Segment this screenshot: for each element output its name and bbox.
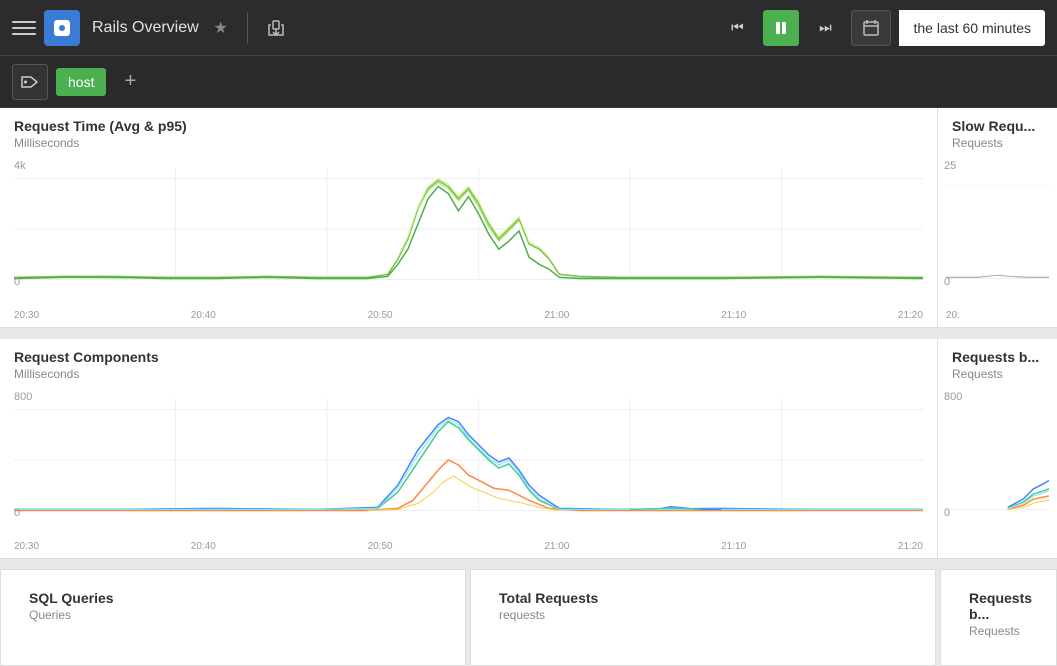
favorite-button[interactable]: ★ [207,14,235,42]
divider [247,12,248,44]
x-label-6: 21:20 [898,310,923,321]
total-requests-subtitle: requests [485,608,921,628]
y-min-label-1: 0 [14,276,20,288]
sql-queries-panel: SQL Queries Queries [0,569,466,666]
chart-row-2: Request Components Milliseconds 800 0 [0,339,1057,559]
rc-y-max: 800 [14,391,32,403]
rc-x-label-5: 21:10 [721,541,746,552]
requests-by-subtitle: Requests [938,367,1057,387]
x-label-3: 20:50 [368,310,393,321]
rc-x-label-6: 21:20 [898,541,923,552]
rc-x-label-2: 20:40 [191,541,216,552]
slow-requests-panel: Slow Requ... Requests 25 0 20: [938,108,1057,327]
requests-by-bottom-title: Requests b... [955,580,1042,624]
chart-row-1: Request Time (Avg & p95) Milliseconds 4k… [0,108,1057,328]
requests-by-chart [946,387,1049,539]
host-filter-tag[interactable]: host [56,68,106,96]
x-label-5: 21:10 [721,310,746,321]
main-content: Request Time (Avg & p95) Milliseconds 4k… [0,108,1057,666]
x-label-1: 20:30 [14,310,39,321]
skip-forward-button[interactable]: ⏭ [807,10,843,46]
skip-back-button[interactable]: ⏮ [719,10,755,46]
request-components-title: Request Components [0,339,937,367]
sql-queries-title: SQL Queries [15,580,451,608]
filter-bar: host + [0,56,1057,108]
x-label-4: 21:00 [544,310,569,321]
share-button[interactable] [260,12,292,44]
request-time-subtitle: Milliseconds [0,136,937,156]
requests-by-title: Requests b... [938,339,1057,367]
slow-requests-subtitle: Requests [938,136,1057,156]
rc-x-label-4: 21:00 [544,541,569,552]
app-logo [44,10,80,46]
slow-y-min: 0 [944,276,950,288]
request-time-panel: Request Time (Avg & p95) Milliseconds 4k… [0,108,938,327]
pause-button[interactable] [763,10,799,46]
slow-requests-chart [946,156,1049,308]
request-time-chart [14,158,923,310]
requests-by-bottom-subtitle: Requests [955,624,1042,644]
rc-y-min: 0 [14,507,20,519]
slow-y-max: 25 [944,160,956,172]
requests-by-bottom-panel: Requests b... Requests [940,569,1057,666]
x-label-2: 20:40 [191,310,216,321]
rb-y-max: 800 [944,391,962,403]
request-components-chart [14,389,923,541]
hamburger-menu[interactable] [12,16,36,40]
bottom-row: SQL Queries Queries Total Requests reque… [0,569,1057,666]
calendar-button[interactable] [851,10,891,46]
requests-by-panel: Requests b... Requests 800 0 [938,339,1057,558]
rb-y-min: 0 [944,507,950,519]
time-range-display[interactable]: the last 60 minutes [899,10,1045,46]
header: Rails Overview ★ ⏮ ⏭ the last 60 minutes [0,0,1057,56]
tag-filter-button[interactable] [12,64,48,100]
total-requests-panel: Total Requests requests [470,569,936,666]
sql-queries-subtitle: Queries [15,608,451,628]
rc-x-label-3: 20:50 [368,541,393,552]
slow-x-label: 20: [938,308,1057,323]
app-title: Rails Overview [92,19,199,37]
slow-requests-title: Slow Requ... [938,108,1057,136]
total-requests-title: Total Requests [485,580,921,608]
request-time-title: Request Time (Avg & p95) [0,108,937,136]
request-components-panel: Request Components Milliseconds 800 0 [0,339,938,558]
add-filter-button[interactable]: + [114,66,146,98]
request-components-subtitle: Milliseconds [0,367,937,387]
rc-x-label-1: 20:30 [14,541,39,552]
y-max-label-1: 4k [14,160,26,172]
